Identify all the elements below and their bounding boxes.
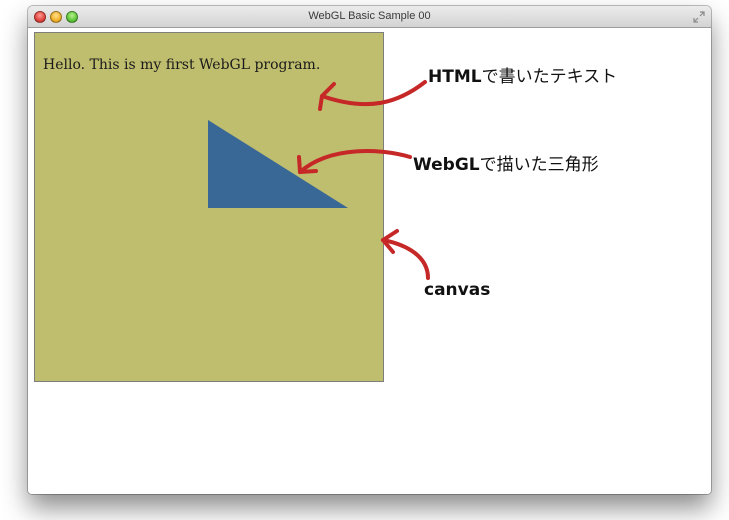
- annotation-canvas: canvas: [424, 280, 490, 300]
- page-content: Hello. This is my first WebGL program.: [28, 28, 711, 494]
- fullscreen-icon[interactable]: [693, 11, 705, 23]
- annotation-webgl: WebGLで描いた三角形: [413, 150, 599, 175]
- annotation-webgl-bold: WebGL: [413, 155, 480, 175]
- title-bar[interactable]: WebGL Basic Sample 00: [28, 6, 711, 28]
- annotation-html-text-bold: HTML: [428, 67, 482, 87]
- html-text: Hello. This is my first WebGL program.: [43, 57, 321, 73]
- annotation-html-text-rest: で書いたテキスト: [481, 67, 618, 87]
- annotation-webgl-rest: で描いた三角形: [479, 155, 599, 175]
- annotation-canvas-bold: canvas: [424, 280, 491, 300]
- webgl-canvas[interactable]: Hello. This is my first WebGL program.: [34, 32, 384, 382]
- triangle-shape: [208, 120, 348, 208]
- webgl-triangle: [208, 120, 348, 208]
- annotation-html-text: HTMLで書いたテキスト: [428, 62, 617, 87]
- window-title: WebGL Basic Sample 00: [308, 10, 431, 22]
- stage: WebGL Basic Sample 00 Hello. This is my …: [0, 0, 729, 520]
